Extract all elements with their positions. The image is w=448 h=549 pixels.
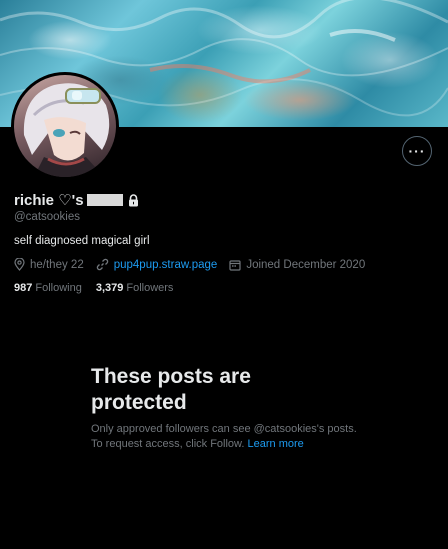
website-link[interactable]: pup4pup.straw.page xyxy=(114,259,218,271)
followers-count: 3,379 xyxy=(95,282,124,294)
redacted-name-block xyxy=(86,194,123,206)
protected-body: Only approved followers can see @catsook… xyxy=(91,423,357,450)
website-item[interactable]: pup4pup.straw.page xyxy=(96,258,218,271)
profile-meta-row: he/they 22 pup4pup.straw.page Joined Dec… xyxy=(14,258,377,271)
pronouns-item: he/they 22 xyxy=(14,258,84,271)
location-icon xyxy=(14,258,25,271)
profile-name-row: richie ♡'s xyxy=(14,191,139,209)
followers-stat[interactable]: 3,379 Followers xyxy=(96,282,174,294)
following-label: Following xyxy=(35,282,82,294)
link-icon xyxy=(96,258,108,271)
joined-date: Joined December 2020 xyxy=(246,258,366,271)
protected-title: These posts are protected xyxy=(91,365,251,414)
profile-bio: self diagnosed magical girl xyxy=(14,235,150,247)
following-stat[interactable]: 987 Following xyxy=(14,282,82,294)
display-name: richie ♡'s xyxy=(14,192,84,209)
profile-avatar[interactable] xyxy=(11,72,119,180)
more-options-button[interactable]: ··· xyxy=(402,136,432,166)
more-icon: ··· xyxy=(408,143,426,159)
learn-more-link[interactable]: Learn more xyxy=(248,438,304,450)
followers-label: Followers xyxy=(126,282,174,294)
avatar-image xyxy=(14,75,116,177)
pronouns-text: he/they 22 xyxy=(30,258,84,271)
follow-stats: 987 Following 3,379 Followers xyxy=(14,282,187,294)
joined-item: Joined December 2020 xyxy=(229,259,365,271)
profile-handle: @catsookies xyxy=(14,211,81,223)
protected-message: Only approved followers can see @catsook… xyxy=(91,422,363,452)
lock-icon xyxy=(128,193,138,206)
calendar-icon xyxy=(229,259,241,271)
following-count: 987 xyxy=(14,282,33,294)
